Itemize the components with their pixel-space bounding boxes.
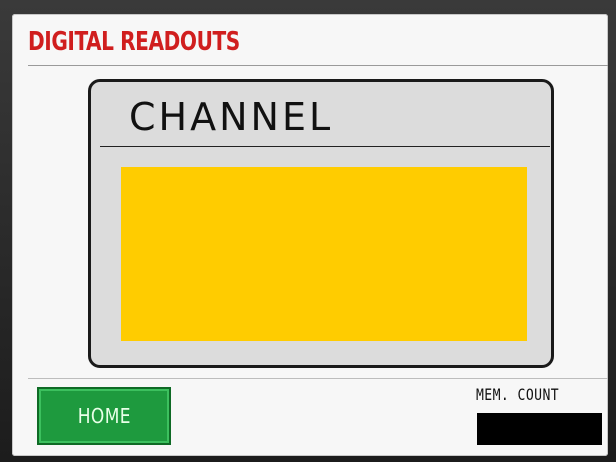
page-title: DIGITAL READOUTS (28, 27, 240, 57)
home-button-label: HOME (77, 404, 131, 428)
mem-count-label: MEM. COUNT (476, 385, 560, 404)
footer-divider (28, 378, 608, 379)
channel-readout-display (121, 167, 527, 341)
title-divider (28, 65, 608, 66)
panel-divider (100, 146, 550, 147)
home-button[interactable]: HOME (37, 387, 171, 445)
mem-count-display (477, 413, 602, 445)
channel-panel: CHANNEL (88, 79, 554, 368)
channel-label: CHANNEL (129, 95, 334, 139)
